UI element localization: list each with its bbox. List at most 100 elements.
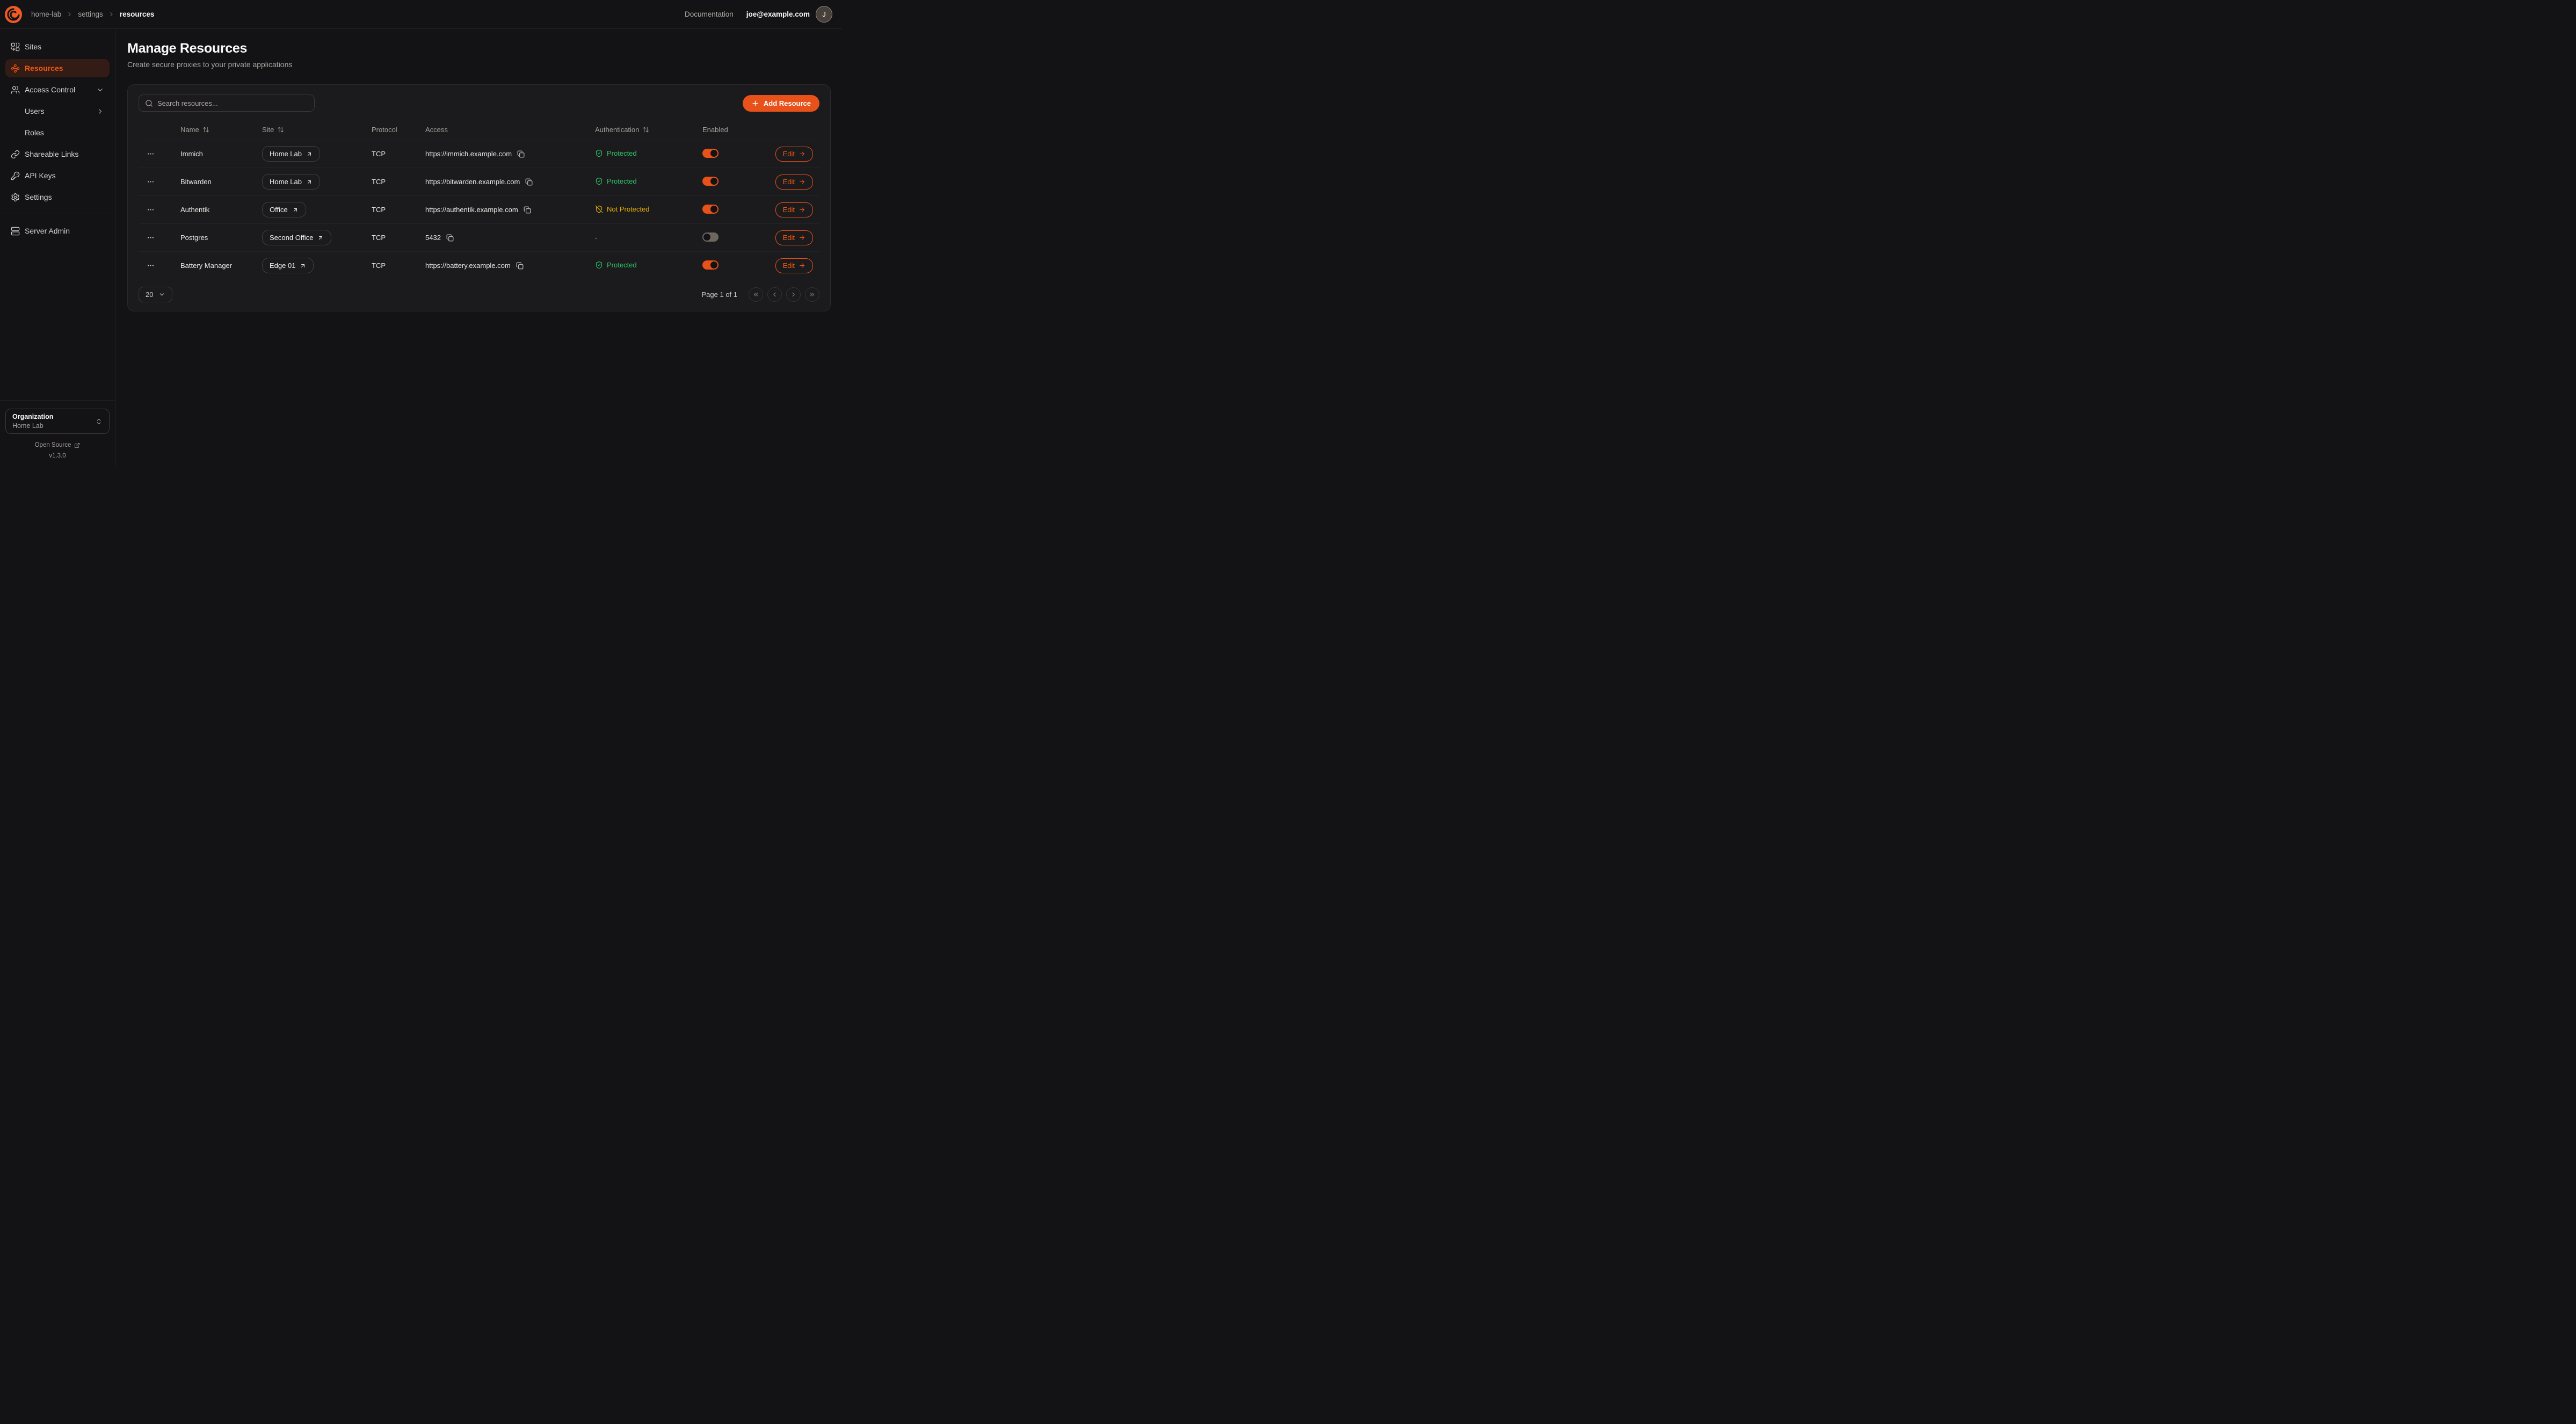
plus-icon	[751, 99, 759, 107]
auth-status-text: -	[595, 234, 597, 242]
card-toolbar: Add Resource	[139, 95, 819, 112]
enabled-toggle[interactable]	[702, 149, 719, 158]
arrow-right-icon	[799, 262, 806, 269]
copy-button[interactable]	[524, 206, 531, 214]
auth-status-text: Protected	[607, 261, 637, 269]
edit-button[interactable]: Edit	[775, 175, 813, 190]
table-row: Battery Manager Edge 01 TCP https://batt…	[139, 251, 819, 279]
copy-button[interactable]	[525, 178, 533, 186]
arrow-right-icon	[799, 206, 806, 213]
site-link-button[interactable]: Home Lab	[262, 146, 320, 162]
arrow-right-icon	[799, 234, 806, 241]
previous-page-button[interactable]	[767, 287, 782, 302]
open-source-link[interactable]: Open Source	[5, 442, 110, 448]
next-page-button[interactable]	[786, 287, 801, 302]
site-name: Edge 01	[270, 261, 295, 270]
sidebar-item-label: Server Admin	[25, 227, 70, 235]
site-link-button[interactable]: Edge 01	[262, 258, 314, 273]
enabled-toggle[interactable]	[702, 260, 719, 270]
site-link-button[interactable]: Office	[262, 202, 306, 217]
resources-card: Add Resource Name Site Protocol	[127, 84, 831, 311]
table-footer: 20 Page 1 of 1	[139, 287, 819, 302]
column-header-name[interactable]: Name	[162, 126, 246, 134]
edit-button[interactable]: Edit	[775, 258, 813, 273]
site-link-button[interactable]: Second Office	[262, 230, 331, 245]
column-header-site[interactable]: Site	[246, 126, 355, 134]
sidebar-divider	[0, 400, 115, 401]
sidebar-item-label: Roles	[25, 128, 44, 137]
documentation-link[interactable]: Documentation	[685, 10, 734, 18]
page-title: Manage Resources	[127, 41, 831, 56]
users-icon	[11, 85, 20, 95]
user-menu[interactable]: joe@example.com J	[746, 6, 832, 23]
arrow-up-right-icon	[306, 151, 313, 157]
row-actions-button[interactable]	[144, 231, 157, 244]
copy-icon	[525, 178, 533, 186]
site-link-button[interactable]: Home Lab	[262, 174, 320, 190]
access-url: https://immich.example.com	[425, 150, 512, 158]
auth-badge: Protected	[595, 149, 637, 157]
shield-off-icon	[595, 205, 603, 213]
sidebar-item-label: Sites	[25, 42, 41, 51]
edit-button[interactable]: Edit	[775, 202, 813, 217]
key-icon	[11, 171, 20, 180]
sidebar-item-resources[interactable]: Resources	[5, 59, 110, 77]
edit-button[interactable]: Edit	[775, 230, 813, 245]
sidebar-item-api-keys[interactable]: API Keys	[5, 166, 110, 185]
ellipsis-icon	[147, 206, 155, 214]
column-header-authentication[interactable]: Authentication	[578, 126, 685, 134]
access-url: https://battery.example.com	[425, 261, 511, 270]
row-actions-button[interactable]	[144, 204, 157, 216]
auth-status-text: Protected	[607, 177, 637, 185]
arrow-right-icon	[799, 178, 806, 185]
avatar[interactable]: J	[816, 6, 832, 23]
sidebar-item-access-control[interactable]: Access Control	[5, 81, 110, 99]
breadcrumb-settings[interactable]: settings	[78, 10, 103, 18]
sidebar-item-users[interactable]: Users	[5, 102, 110, 120]
enabled-toggle[interactable]	[702, 233, 719, 242]
enabled-toggle[interactable]	[702, 205, 719, 214]
copy-icon	[524, 206, 531, 214]
open-source-label: Open Source	[35, 442, 71, 448]
pagination: Page 1 of 1	[702, 287, 820, 302]
column-header-enabled: Enabled	[685, 126, 759, 134]
add-resource-button[interactable]: Add Resource	[743, 95, 819, 112]
chevron-right-icon	[66, 11, 73, 18]
sidebar-item-roles[interactable]: Roles	[5, 123, 110, 142]
main-content: Manage Resources Create secure proxies t…	[115, 29, 842, 466]
page-size-select[interactable]: 20	[139, 287, 172, 302]
page-subtitle: Create secure proxies to your private ap…	[127, 60, 831, 69]
pangolin-logo-icon[interactable]	[4, 5, 23, 24]
sidebar-item-shareable-links[interactable]: Shareable Links	[5, 145, 110, 163]
sidebar-item-settings[interactable]: Settings	[5, 188, 110, 206]
ellipsis-icon	[147, 234, 155, 242]
table-row: Bitwarden Home Lab TCP https://bitwarden…	[139, 168, 819, 195]
resource-name: Bitwarden	[162, 178, 246, 186]
copy-button[interactable]	[516, 262, 524, 270]
column-header-access: Access	[409, 126, 578, 134]
row-actions-button[interactable]	[144, 259, 157, 272]
search-input[interactable]	[157, 99, 308, 107]
first-page-button[interactable]	[749, 287, 763, 302]
auth-status-text: Protected	[607, 149, 637, 157]
sidebar-item-sites[interactable]: Sites	[5, 38, 110, 56]
row-actions-button[interactable]	[144, 148, 157, 160]
app-root: home-lab settings resources Documentatio…	[0, 0, 842, 466]
edit-button[interactable]: Edit	[775, 147, 813, 162]
copy-button[interactable]	[517, 150, 525, 158]
table-body: Immich Home Lab TCP https://immich.examp…	[139, 140, 819, 279]
sidebar-item-label: Shareable Links	[25, 150, 78, 158]
chevrons-left-icon	[752, 291, 759, 298]
organization-label: Organization	[12, 413, 53, 420]
enabled-toggle[interactable]	[702, 177, 719, 186]
last-page-button[interactable]	[805, 287, 819, 302]
row-actions-button[interactable]	[144, 176, 157, 188]
organization-switcher[interactable]: Organization Home Lab	[5, 409, 110, 434]
breadcrumb-org[interactable]: home-lab	[31, 10, 61, 18]
copy-button[interactable]	[446, 234, 454, 242]
chevron-right-icon	[790, 291, 797, 298]
chevrons-up-down-icon	[95, 418, 103, 425]
breadcrumb-current: resources	[120, 10, 155, 18]
sidebar-item-server-admin[interactable]: Server Admin	[5, 222, 110, 240]
page-size-value: 20	[146, 290, 153, 299]
